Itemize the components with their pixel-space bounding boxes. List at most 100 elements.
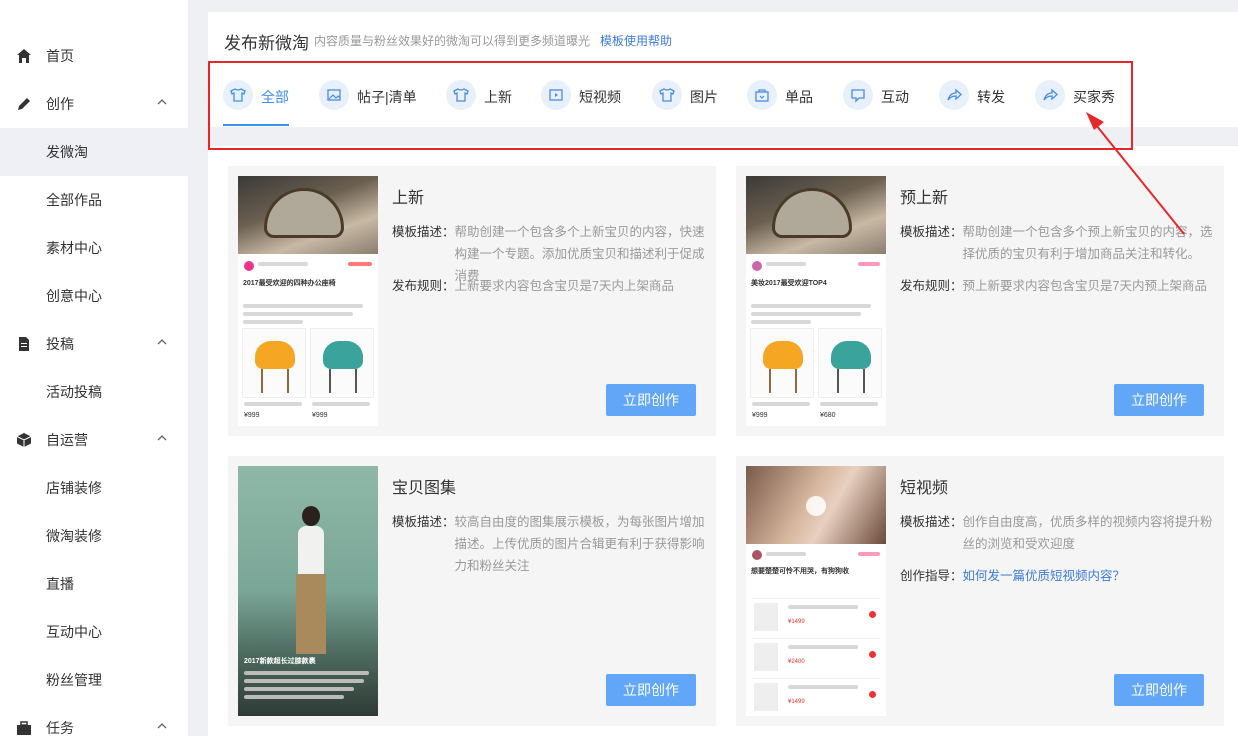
nav-self-op-label: 自运营 (46, 432, 88, 448)
mock-text-line (244, 695, 344, 699)
template-help-link[interactable]: 模板使用帮助 (600, 32, 672, 49)
create-now-button[interactable]: 立即创作 (1114, 674, 1204, 706)
product-image (310, 328, 374, 398)
template-card-gallery: 2017新款超长过膝款裹 宝贝图集 模板描述： 较高自由度的图集展示模板，为每张… (228, 456, 716, 726)
chevron-up-icon (157, 339, 167, 345)
sidebar-item-all-works[interactable]: 全部作品 (0, 176, 188, 224)
sidebar-item-post[interactable]: 发微淘 (0, 128, 188, 176)
nav-create-label: 创作 (46, 96, 74, 112)
mock-text-line (751, 320, 811, 324)
card-title: 上新 (392, 190, 425, 207)
guide-label: 创作指导： (900, 569, 963, 583)
nav-submit[interactable]: 投稿 (0, 320, 188, 368)
rule-text: 预上新要求内容包含宝贝是7天内预上架商品 (962, 279, 1207, 293)
mock-text-line (766, 262, 806, 266)
rule-label: 发布规则： (900, 279, 963, 293)
nav-task[interactable]: 任务 (0, 704, 188, 736)
mock-follow-badge (858, 552, 880, 556)
desc-text: 较高自由度的图集展示模板，为每张图片增加描述。上传优质的图片合辑更有利于获得影响… (454, 515, 705, 573)
card-rule: 发布规则： 上新要求内容包含宝贝是7天内上架商品 (392, 275, 708, 297)
desc-label: 模板描述： (900, 515, 963, 529)
mock-text-line (752, 402, 810, 406)
mock-text-line (243, 304, 363, 308)
product-image (242, 328, 306, 398)
thumb-title: 美妆2017最受欢迎TOP4 (751, 280, 827, 287)
video-cover (746, 466, 886, 544)
sidebar-item-interaction[interactable]: 互动中心 (0, 608, 188, 656)
annotation-highlight-box (208, 61, 1133, 150)
product-price: ¥1499 (788, 619, 805, 625)
rule-text: 上新要求内容包含宝贝是7天内上架商品 (454, 279, 674, 293)
product-price: ¥999 (312, 412, 328, 419)
nav-home[interactable]: 首页 (0, 32, 188, 80)
avatar (752, 550, 762, 560)
sidebar-item-activity[interactable]: 活动投稿 (0, 368, 188, 416)
nav-task-label: 任务 (46, 720, 74, 736)
thumb-title: 2017最受欢迎的四种办公座椅 (243, 280, 336, 287)
sidebar-item-fans[interactable]: 粉丝管理 (0, 656, 188, 704)
mock-follow-badge (858, 262, 880, 266)
template-thumbnail: 美妆2017最受欢迎TOP4 ¥999 ¥680 (746, 176, 886, 426)
card-title: 宝贝图集 (392, 480, 457, 497)
nav-create[interactable]: 创作 (0, 80, 188, 128)
sidebar-item-ideas[interactable]: 创意中心 (0, 272, 188, 320)
cube-icon (16, 432, 32, 448)
product-row: ¥2400 (752, 638, 880, 674)
guide-link[interactable]: 如何发一篇优质短视频内容？ (963, 565, 1126, 587)
mock-text-line (820, 402, 878, 406)
card-rule: 发布规则： 预上新要求内容包含宝贝是7天内预上架商品 (900, 275, 1216, 297)
chair-photo (746, 176, 886, 254)
sidebar-item-shop-decor[interactable]: 店铺装修 (0, 464, 188, 512)
sidebar-item-materials[interactable]: 素材中心 (0, 224, 188, 272)
product-price: ¥999 (752, 412, 768, 419)
chair-photo (238, 176, 378, 254)
template-card-short-video: 想要楚楚可怜不用哭，有狗狗收 ¥1499 ¥2400 ¥1499 短视频 模板描… (736, 456, 1224, 726)
home-icon (16, 48, 32, 64)
model-figure (296, 506, 326, 656)
mock-text-line (244, 687, 354, 691)
mock-text-line (243, 312, 353, 316)
card-description: 模板描述： 创作自由度高，优质多样的视频内容将提升粉丝的浏览和受欢迎度 (900, 511, 1216, 555)
briefcase-icon (16, 720, 32, 736)
mock-text-line (244, 679, 364, 683)
template-thumbnail: 2017最受欢迎的四种办公座椅 ¥999 ¥999 (238, 176, 378, 426)
product-price: ¥1499 (788, 699, 805, 705)
rule-label: 发布规则： (392, 279, 455, 293)
template-thumbnail: 想要楚楚可怜不用哭，有狗狗收 ¥1499 ¥2400 ¥1499 (746, 466, 886, 716)
create-now-button[interactable]: 立即创作 (606, 384, 696, 416)
product-row: ¥1499 (752, 678, 880, 714)
template-thumbnail: 2017新款超长过膝款裹 (238, 466, 378, 716)
mock-text-line (244, 402, 302, 406)
product-price: ¥999 (244, 412, 260, 419)
mock-text-line (243, 320, 303, 324)
card-title: 短视频 (900, 480, 949, 497)
product-row: ¥1499 (752, 598, 880, 634)
mock-text-line (312, 402, 370, 406)
product-image (750, 328, 814, 398)
nav-home-label: 首页 (46, 48, 74, 64)
page-title: 发布新微淘 (224, 34, 309, 53)
desc-label: 模板描述： (392, 515, 455, 529)
play-icon (806, 496, 826, 516)
product-price: ¥680 (820, 412, 836, 419)
create-now-button[interactable]: 立即创作 (1114, 384, 1204, 416)
mock-text-line (751, 304, 871, 308)
avatar (752, 261, 762, 271)
document-icon (16, 336, 32, 352)
product-price: ¥2400 (788, 659, 805, 665)
create-now-button[interactable]: 立即创作 (606, 674, 696, 706)
chevron-up-icon (157, 723, 167, 729)
chevron-up-icon (157, 435, 167, 441)
sidebar-item-weitao-decor[interactable]: 微淘装修 (0, 512, 188, 560)
mock-follow-badge (348, 262, 372, 266)
sidebar: 首页 创作 发微淘 全部作品 素材中心 创意中心 投稿 活动投稿 自运营 店铺装… (0, 0, 188, 736)
nav-self-op[interactable]: 自运营 (0, 416, 188, 464)
page-subtitle: 内容质量与粉丝效果好的微淘可以得到更多频道曝光 (314, 34, 591, 48)
mock-text-line (766, 552, 806, 556)
product-image (818, 328, 882, 398)
card-description: 模板描述： 较高自由度的图集展示模板，为每张图片增加描述。上传优质的图片合辑更有… (392, 511, 708, 577)
avatar (244, 261, 254, 271)
mock-text-line (258, 262, 308, 266)
pencil-icon (16, 96, 32, 112)
sidebar-item-live[interactable]: 直播 (0, 560, 188, 608)
